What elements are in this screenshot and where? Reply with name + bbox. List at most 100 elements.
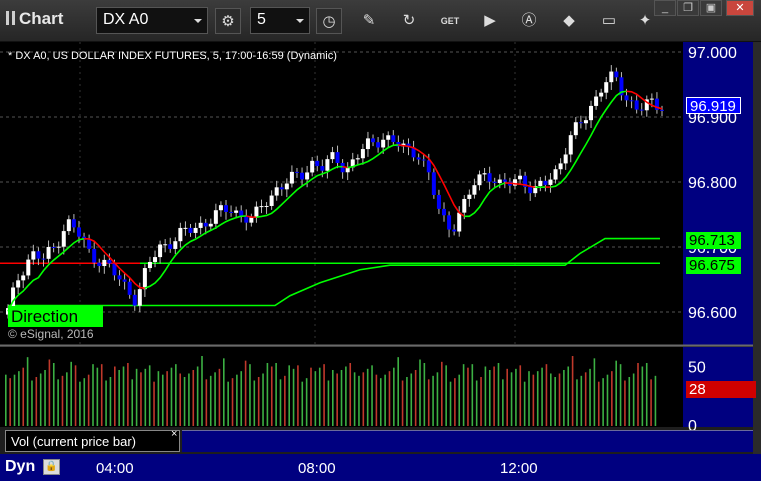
volume-bar xyxy=(406,377,408,426)
volume-bar xyxy=(550,373,552,426)
volume-bar xyxy=(288,365,290,426)
clock-icon[interactable]: ◷ xyxy=(316,8,342,34)
restore-glyph: ❐ xyxy=(683,2,693,14)
candle-body xyxy=(142,268,147,290)
price-tick-label: 96.600 xyxy=(688,305,737,322)
volume-bar xyxy=(297,365,299,426)
volume-bar xyxy=(48,359,51,426)
toolbar: Chart DX A0 ⚙ 5 ◷ ✎ ↻ GET ▶ Ⓐ ◆ ▭ ✦ _ ❐ … xyxy=(0,0,761,42)
close-button[interactable]: ✕ xyxy=(726,0,754,16)
upper-line-price-tag: 96.713 xyxy=(686,232,741,249)
volume-bar xyxy=(497,363,500,426)
candle-body xyxy=(234,210,239,213)
volume-bar xyxy=(475,380,478,426)
volume-bar xyxy=(310,367,312,426)
close-icon: ✕ xyxy=(735,2,745,14)
tag-icon[interactable]: ◆ xyxy=(556,8,582,34)
volume-bar xyxy=(462,364,465,426)
minimize-button[interactable]: _ xyxy=(654,0,676,16)
interval-dropdown[interactable]: 5 xyxy=(250,7,310,34)
volume-bar xyxy=(515,368,517,426)
app-title-label: Chart xyxy=(19,9,64,28)
volume-bar xyxy=(305,378,308,426)
comment-icon[interactable]: ▭ xyxy=(596,8,622,34)
play-icon[interactable]: ▶ xyxy=(477,8,503,34)
price-chart-svg[interactable]: 97.00096.90096.80096.70096.600500 xyxy=(0,42,761,481)
candle-body xyxy=(381,139,386,148)
minimize-glyph: _ xyxy=(661,2,669,14)
volume-bar xyxy=(188,373,190,426)
candle-body xyxy=(477,174,482,186)
volume-bar xyxy=(541,367,543,426)
candle-body xyxy=(452,229,457,232)
volume-bar xyxy=(379,378,382,426)
volume-study-tab[interactable]: Vol (current price bar) xyxy=(5,430,180,452)
volume-bar xyxy=(249,364,251,426)
get-data-icon[interactable]: GET xyxy=(437,8,463,34)
volume-bar xyxy=(105,380,107,426)
price-axis[interactable] xyxy=(683,42,753,345)
candle-body xyxy=(163,244,168,246)
candle-body xyxy=(173,241,178,249)
candle-body xyxy=(568,135,573,155)
volume-bar xyxy=(18,371,20,426)
candle-body xyxy=(563,154,568,164)
volume-bar xyxy=(100,364,103,426)
dynamic-label: Dyn xyxy=(5,458,36,475)
candle-body xyxy=(528,186,533,194)
volume-tab-strip xyxy=(182,430,753,452)
volume-bar xyxy=(528,371,530,426)
price-pane[interactable] xyxy=(0,42,683,345)
volume-bar xyxy=(292,368,295,426)
volume-bar xyxy=(170,367,173,426)
volume-bar xyxy=(506,368,508,426)
volume-bar xyxy=(458,374,461,426)
candle-body xyxy=(320,166,325,171)
candle-body xyxy=(31,251,36,260)
chart-area[interactable]: 97.00096.90096.80096.70096.600500 xyxy=(0,42,761,481)
volume-bar xyxy=(536,371,539,426)
volume-bar xyxy=(70,361,72,426)
candle-body xyxy=(36,251,41,259)
volume-bar xyxy=(597,381,600,426)
settings-gear-icon[interactable]: ⚙ xyxy=(215,8,241,34)
candle-body xyxy=(193,227,198,233)
volume-bar xyxy=(140,372,142,426)
pencil-draw-icon[interactable]: ✎ xyxy=(356,8,382,34)
candle-body xyxy=(153,257,158,262)
candle-body xyxy=(46,247,51,259)
symbol-dropdown[interactable]: DX A0 xyxy=(96,7,208,34)
candle-body xyxy=(558,163,563,170)
refresh-icon[interactable]: ↻ xyxy=(396,8,422,34)
right-scrollbar[interactable] xyxy=(753,42,761,481)
restore-button[interactable]: ❐ xyxy=(677,0,699,16)
volume-bar xyxy=(270,366,273,426)
volume-bar xyxy=(31,380,33,426)
candle-body xyxy=(76,227,81,237)
volume-bar xyxy=(39,373,42,426)
volume-bar xyxy=(175,364,177,426)
volume-bar xyxy=(576,379,578,426)
candle-body xyxy=(634,100,639,110)
volume-bar xyxy=(179,373,181,426)
pin-button[interactable]: ▣ xyxy=(700,0,722,16)
volume-bar xyxy=(410,373,413,426)
volume-bar xyxy=(323,364,325,426)
candle-body xyxy=(294,171,299,173)
volume-bar xyxy=(196,366,199,426)
candle-body xyxy=(629,100,634,102)
lock-icon[interactable]: 🔒 xyxy=(43,459,60,475)
volume-bar xyxy=(353,372,356,426)
last-price-tag: 96.919 xyxy=(686,97,741,115)
candle-body xyxy=(447,215,452,230)
volume-bar xyxy=(589,368,591,426)
volume-bar xyxy=(74,365,77,426)
candle-body xyxy=(573,122,578,136)
alert-icon[interactable]: Ⓐ xyxy=(516,8,542,34)
candle-body xyxy=(472,185,477,195)
candle-body xyxy=(482,173,487,175)
candle-body xyxy=(97,262,102,267)
candle-body xyxy=(660,109,664,111)
close-icon[interactable]: × xyxy=(171,428,177,440)
volume-bar xyxy=(275,363,277,426)
